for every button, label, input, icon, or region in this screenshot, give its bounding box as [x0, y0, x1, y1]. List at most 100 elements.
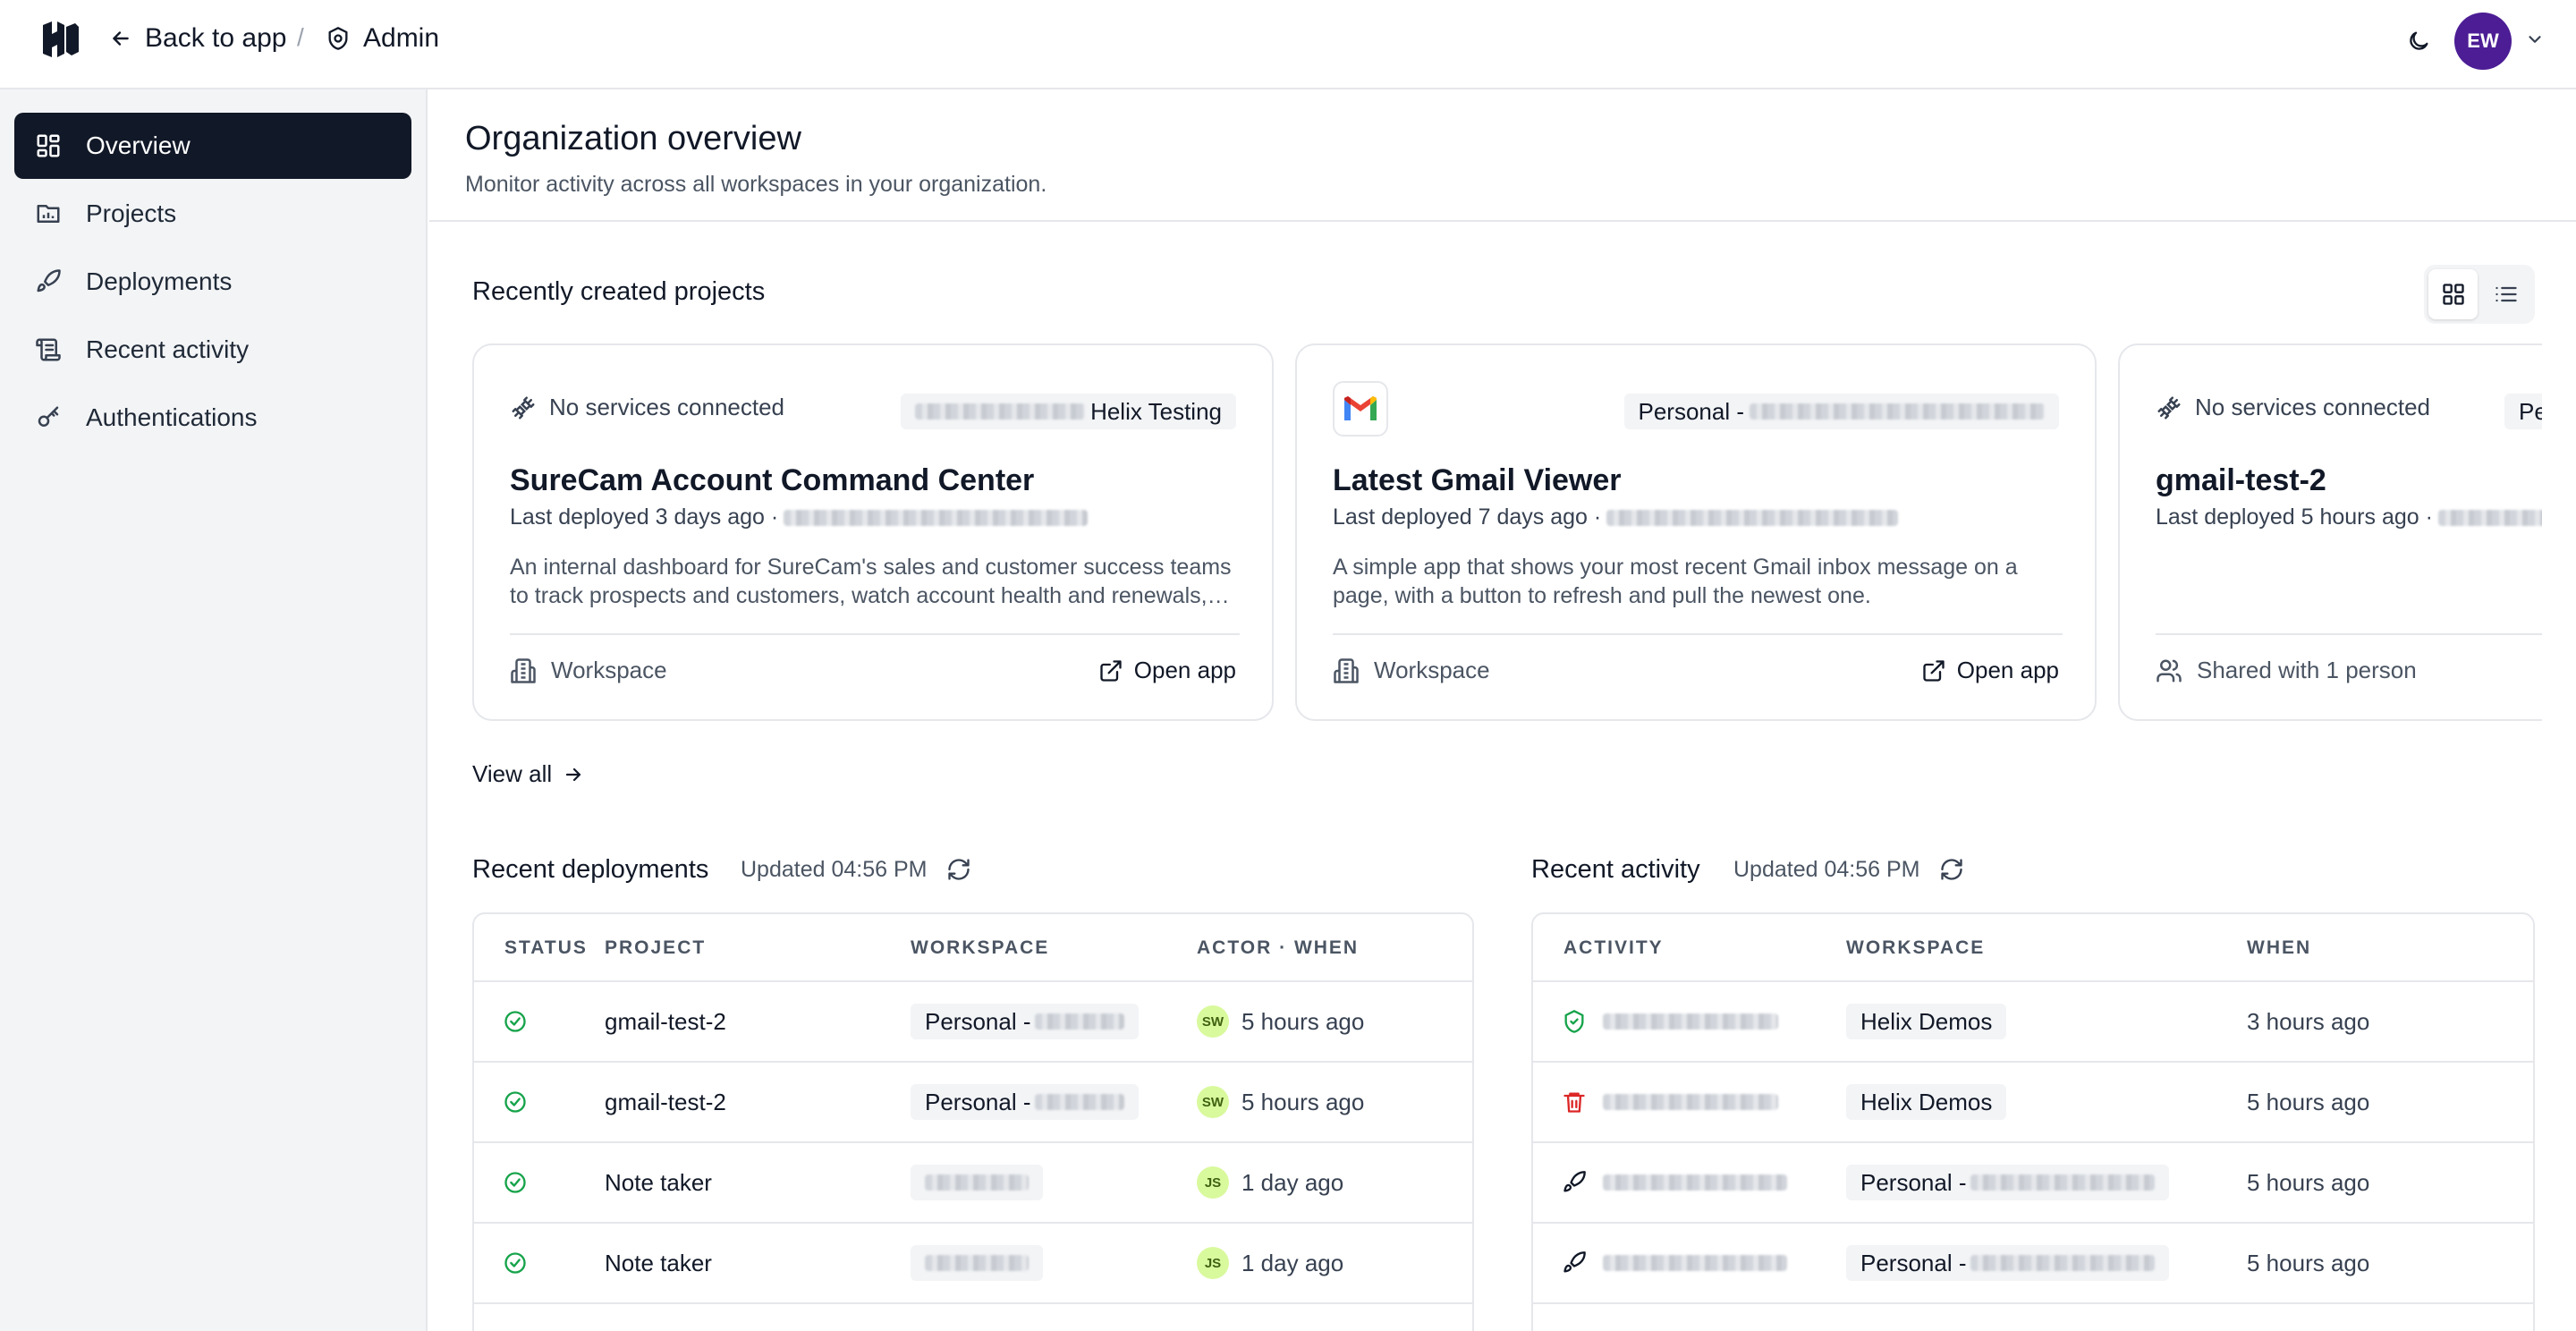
page-subtitle: Monitor activity across all workspaces i… — [465, 172, 1047, 197]
workspace-cell — [911, 1224, 1043, 1302]
open-app-label: Open app — [1956, 657, 2059, 683]
table-row[interactable]: Helix Demos 3 hours ago — [1533, 982, 2533, 1063]
refresh-deployments-button[interactable] — [945, 855, 973, 884]
list-view-icon — [2495, 286, 2517, 302]
workspace-cell: Personal - — [1846, 1224, 2169, 1302]
workspace-pill: Helix Testing — [901, 394, 1236, 429]
rocket-icon — [1563, 1171, 1586, 1192]
services-status: No services connected — [510, 394, 784, 421]
redacted-text — [2437, 509, 2542, 526]
main-content: Organization overview Monitor activity a… — [429, 89, 2576, 1331]
redacted-text — [784, 509, 1089, 526]
theme-toggle-button[interactable] — [2401, 23, 2436, 59]
view-all-label: View all — [472, 760, 553, 787]
project-description: An internal dashboard for SureCam's sale… — [510, 555, 1232, 608]
status-cell — [503, 1224, 528, 1302]
project-meta: Last deployed 3 days ago · — [510, 504, 1089, 530]
workspace-name: Personal - — [1860, 1168, 1967, 1196]
table-header: ACTIVITY WORKSPACE WHEN — [1533, 914, 2533, 982]
table-row[interactable]: gmail-test-2 Personal - SW 5 hours ago — [474, 1063, 1472, 1143]
page-header: Organization overview Monitor activity a… — [429, 89, 2576, 222]
open-app-label: Open app — [1133, 657, 1236, 683]
project-cell[interactable]: gmail-test-2 — [605, 982, 726, 1061]
page-title: Organization overview — [465, 120, 801, 157]
table-row[interactable]: Note taker JS 1 day ago — [474, 1143, 1472, 1224]
when-label: 5 hours ago — [1241, 1088, 1365, 1115]
refresh-activity-button[interactable] — [1937, 855, 1966, 884]
workspace-pill: Personal - — [1623, 394, 2059, 429]
card-divider — [1333, 633, 2063, 635]
sidebar-item-recent-activity[interactable]: Recent activity — [14, 317, 411, 383]
table-row[interactable]: Note taker JS 1 day ago — [474, 1224, 1472, 1304]
card-divider — [2156, 633, 2542, 635]
helix-logo[interactable] — [39, 18, 82, 61]
rocket-icon — [1563, 1251, 1586, 1273]
grid-view-button[interactable] — [2428, 269, 2478, 319]
project-cell[interactable]: gmail-test-2 — [605, 1063, 726, 1141]
sidebar: Overview Projects Deployments Recent act… — [0, 89, 428, 1331]
account-menu-button[interactable] — [2522, 27, 2547, 52]
activity-cell — [1562, 1224, 1787, 1302]
redacted-text — [925, 1255, 1029, 1271]
table-row[interactable]: Helix Demos 5 hours ago — [1533, 1063, 2533, 1143]
sidebar-item-projects[interactable]: Projects — [14, 181, 411, 247]
workspace-pill: Helix Demos — [1846, 1084, 2007, 1120]
when-label: 1 day ago — [1241, 1249, 1344, 1276]
project-title[interactable]: gmail-test-2 — [2156, 463, 2326, 498]
deployments-updated: Updated 04:56 PM — [741, 855, 973, 884]
project-cell[interactable]: Note taker — [605, 1224, 712, 1302]
column-header: WORKSPACE — [1846, 937, 1986, 958]
column-header: ACTIVITY — [1563, 937, 1664, 958]
view-all-link[interactable]: View all — [472, 760, 584, 788]
sharing-label: Shared with 1 person — [2197, 657, 2417, 683]
workspace-pill: Personal - — [911, 1084, 1139, 1120]
sidebar-item-deployments[interactable]: Deployments — [14, 249, 411, 315]
check-circle-icon — [504, 1252, 526, 1274]
status-cell — [503, 1143, 528, 1222]
shield-settings-icon — [328, 27, 348, 50]
sidebar-item-label: Authentications — [86, 403, 258, 431]
workspace-cell — [911, 1143, 1043, 1222]
chevron-down-icon — [2529, 36, 2541, 43]
card-visibility: Workspace — [510, 657, 667, 684]
last-deployed: Last deployed 7 days ago · — [1333, 504, 1602, 530]
redacted-text — [1970, 1255, 2155, 1271]
sidebar-item-authentications[interactable]: Authentications — [14, 385, 411, 451]
workspace-pill: Pe — [2504, 394, 2542, 429]
last-deployed: Last deployed 3 days ago · — [510, 504, 779, 530]
actor-avatar: JS — [1197, 1166, 1229, 1199]
project-card[interactable]: Personal - Latest Gmail Viewer Last depl… — [1295, 343, 2097, 721]
key-icon — [34, 403, 63, 432]
workspace-cell: Helix Demos — [1846, 982, 2007, 1061]
actor-when-cell: JS 1 day ago — [1197, 1143, 1343, 1222]
breadcrumb-separator: / — [297, 23, 304, 51]
back-to-app-link[interactable]: Back to app — [109, 23, 286, 54]
project-cell[interactable]: Note taker — [605, 1143, 712, 1222]
workspace-cell: Personal - — [911, 982, 1139, 1061]
project-card[interactable]: No services connected Helix Testing Sure… — [472, 343, 1274, 721]
table-row[interactable]: Personal - 5 hours ago — [1533, 1143, 2533, 1224]
open-app-link[interactable]: Open app — [1098, 657, 1236, 684]
actor-avatar: SW — [1197, 1086, 1229, 1118]
column-header: STATUS — [504, 937, 588, 958]
table-row[interactable]: gmail-test-2 Personal - SW 5 hours ago — [474, 982, 1472, 1063]
user-avatar[interactable]: EW — [2454, 13, 2512, 70]
project-title[interactable]: SureCam Account Command Center — [510, 463, 1034, 498]
when-cell: 5 hours ago — [2247, 1088, 2370, 1115]
table-row[interactable]: Personal - 5 hours ago — [1533, 1224, 2533, 1304]
workspace-name: Personal - — [925, 1088, 1031, 1115]
shield-check-icon — [1564, 1010, 1584, 1033]
recent-deployments-title: Recent deployments — [472, 855, 709, 884]
when-cell: 5 hours ago — [2247, 1168, 2370, 1196]
project-card[interactable]: No services connected Pe gmail-test-2 La… — [2118, 343, 2542, 721]
moon-icon — [2410, 31, 2428, 50]
list-view-button[interactable] — [2481, 269, 2530, 319]
services-label: No services connected — [2195, 394, 2431, 420]
top-bar: Back to app / Admin EW — [0, 0, 2576, 89]
back-to-app-label: Back to app — [145, 23, 287, 53]
open-app-link[interactable]: Open app — [1921, 657, 2059, 684]
project-title[interactable]: Latest Gmail Viewer — [1333, 463, 1622, 498]
sidebar-item-overview[interactable]: Overview — [14, 113, 411, 179]
redacted-text — [915, 403, 1086, 420]
status-cell — [503, 982, 528, 1061]
